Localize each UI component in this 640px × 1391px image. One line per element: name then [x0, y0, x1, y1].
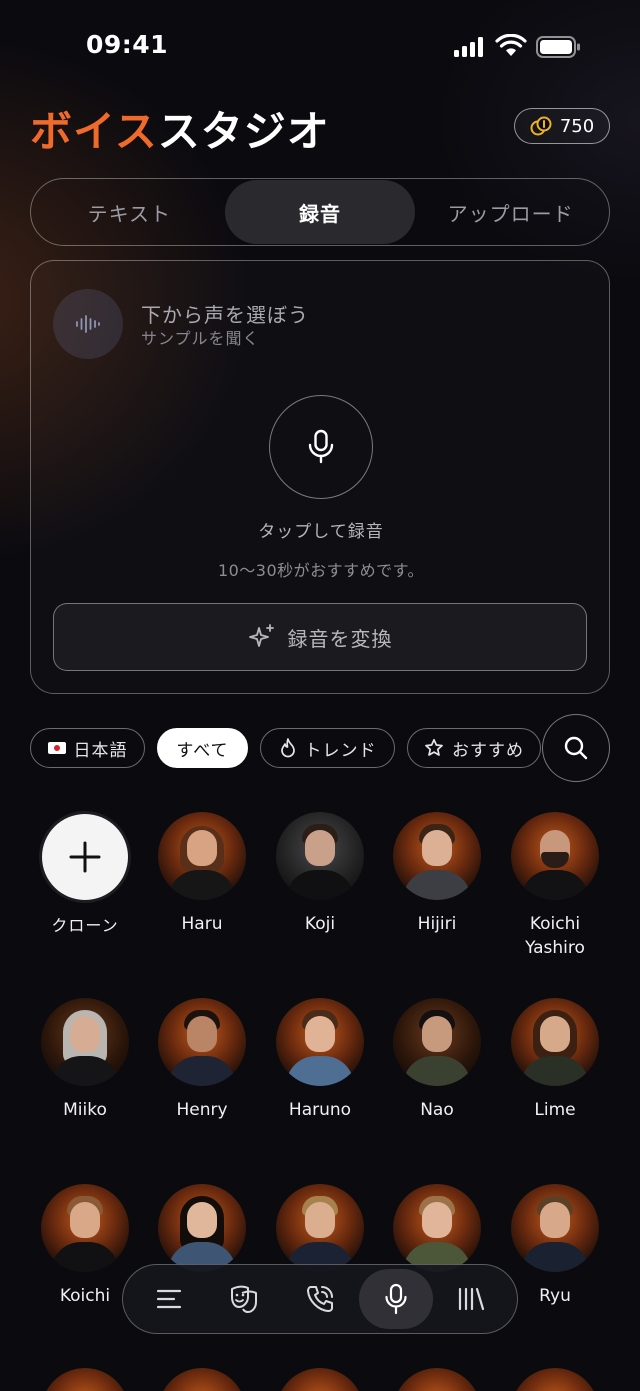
avatar	[276, 1368, 364, 1391]
nav-calls[interactable]	[283, 1269, 357, 1329]
microphone-icon	[384, 1283, 407, 1315]
voice-name: Lime	[534, 1100, 576, 1120]
voice-name: Koji	[304, 914, 336, 934]
record-button[interactable]	[269, 395, 373, 499]
voice-item[interactable]: Miiko	[26, 998, 144, 1122]
voice-item[interactable]: Haru	[143, 812, 261, 936]
japan-flag-icon	[47, 742, 66, 754]
battery-icon	[536, 36, 580, 58]
voice-item[interactable]	[378, 1184, 496, 1272]
avatar	[393, 1368, 481, 1391]
avatar	[41, 1368, 129, 1391]
voice-name: Miiko	[63, 1100, 107, 1120]
app-title-rest: スタジオ	[157, 107, 330, 156]
voice-item[interactable]: Haruno	[261, 998, 379, 1122]
filter-recommended[interactable]: おすすめ	[407, 728, 541, 768]
voice-item[interactable]: Lime	[496, 998, 614, 1122]
voice-name: Koichi Yashiro	[525, 914, 585, 958]
mode-tabs: テキスト 録音 アップロード	[30, 178, 610, 246]
avatar	[511, 812, 599, 900]
tab-record[interactable]: 録音	[224, 180, 416, 244]
clone-voice-item[interactable]: クローン	[26, 814, 144, 938]
avatar	[511, 998, 599, 1086]
voice-name: Hijiri	[417, 914, 457, 934]
nav-menu[interactable]	[132, 1269, 206, 1329]
app-title-accent: ボイス	[30, 107, 158, 156]
filter-all[interactable]: すべて	[157, 728, 248, 768]
voice-name: Haruno	[288, 1100, 352, 1120]
phone-icon	[306, 1286, 333, 1312]
avatar	[511, 1184, 599, 1272]
voice-select-title: 下から声を選ぼう	[141, 303, 309, 327]
voice-name: Nao	[420, 1100, 454, 1120]
cellular-signal-icon	[454, 37, 483, 57]
filter-recommended-label: おすすめ	[452, 740, 524, 761]
clone-button[interactable]	[42, 814, 128, 900]
filter-trend-label: トレンド	[304, 740, 377, 761]
status-time: 09:41	[86, 30, 169, 59]
avatar	[393, 1184, 481, 1272]
nav-characters[interactable]	[207, 1269, 281, 1329]
menu-icon	[156, 1289, 181, 1309]
filter-trend[interactable]: トレンド	[260, 728, 395, 768]
voice-preview-button[interactable]	[53, 289, 123, 359]
wifi-icon	[495, 34, 527, 56]
clone-label: クローン	[51, 916, 119, 935]
library-icon	[459, 1287, 485, 1311]
bottom-nav	[122, 1264, 518, 1334]
avatar	[276, 812, 364, 900]
search-icon	[564, 736, 588, 760]
avatar	[158, 998, 246, 1086]
credits-count: 750	[559, 115, 595, 137]
avatar	[393, 812, 481, 900]
recorder-card: 下から声を選ぼう サンプルを聞く タップして録音 10〜30秒がおすすめです。 …	[30, 260, 610, 694]
avatar	[41, 998, 129, 1086]
convert-label: 録音を変換	[287, 626, 393, 651]
avatar	[158, 812, 246, 900]
nav-library[interactable]	[434, 1269, 508, 1329]
filter-all-label: すべて	[176, 740, 229, 761]
credits-badge[interactable]: 750	[514, 108, 610, 144]
status-bar: 09:41	[0, 0, 640, 90]
voice-item[interactable]: Henry	[143, 998, 261, 1122]
waveform-icon	[76, 315, 100, 333]
voice-item[interactable]: Hijiri	[378, 812, 496, 936]
voice-item[interactable]: Nao	[378, 998, 496, 1122]
filter-language-label: 日本語	[73, 740, 128, 761]
voice-item[interactable]	[261, 1184, 379, 1272]
voice-name: Henry	[176, 1100, 228, 1120]
star-icon	[425, 738, 443, 756]
convert-recording-button[interactable]: 録音を変換	[53, 603, 587, 671]
voice-item[interactable]: Koji	[261, 812, 379, 936]
avatar	[158, 1184, 246, 1272]
voice-select-subtitle: サンプルを聞く	[141, 329, 260, 348]
avatar	[276, 998, 364, 1086]
filter-language[interactable]: 日本語	[30, 728, 145, 768]
avatar	[393, 998, 481, 1086]
avatar	[158, 1368, 246, 1391]
voice-item[interactable]: Koichi Yashiro	[496, 812, 614, 960]
coins-icon	[530, 116, 552, 136]
record-hint: 10〜30秒がおすすめです。	[217, 561, 425, 580]
plus-icon	[69, 841, 101, 873]
avatar	[511, 1368, 599, 1391]
microphone-icon	[308, 429, 334, 464]
sparkles-icon	[248, 624, 274, 647]
avatar	[41, 1184, 129, 1272]
voice-name: Haru	[181, 914, 223, 934]
tab-upload[interactable]: アップロード	[415, 180, 606, 244]
nav-record[interactable]	[358, 1269, 433, 1329]
masks-icon	[231, 1285, 258, 1313]
search-button[interactable]	[542, 714, 610, 782]
avatar	[276, 1184, 364, 1272]
voice-item[interactable]	[143, 1184, 261, 1272]
app-title: ボイススタジオ	[30, 98, 330, 159]
flame-icon	[280, 738, 295, 758]
record-label: タップして録音	[258, 522, 384, 542]
tab-text[interactable]: テキスト	[34, 180, 225, 244]
